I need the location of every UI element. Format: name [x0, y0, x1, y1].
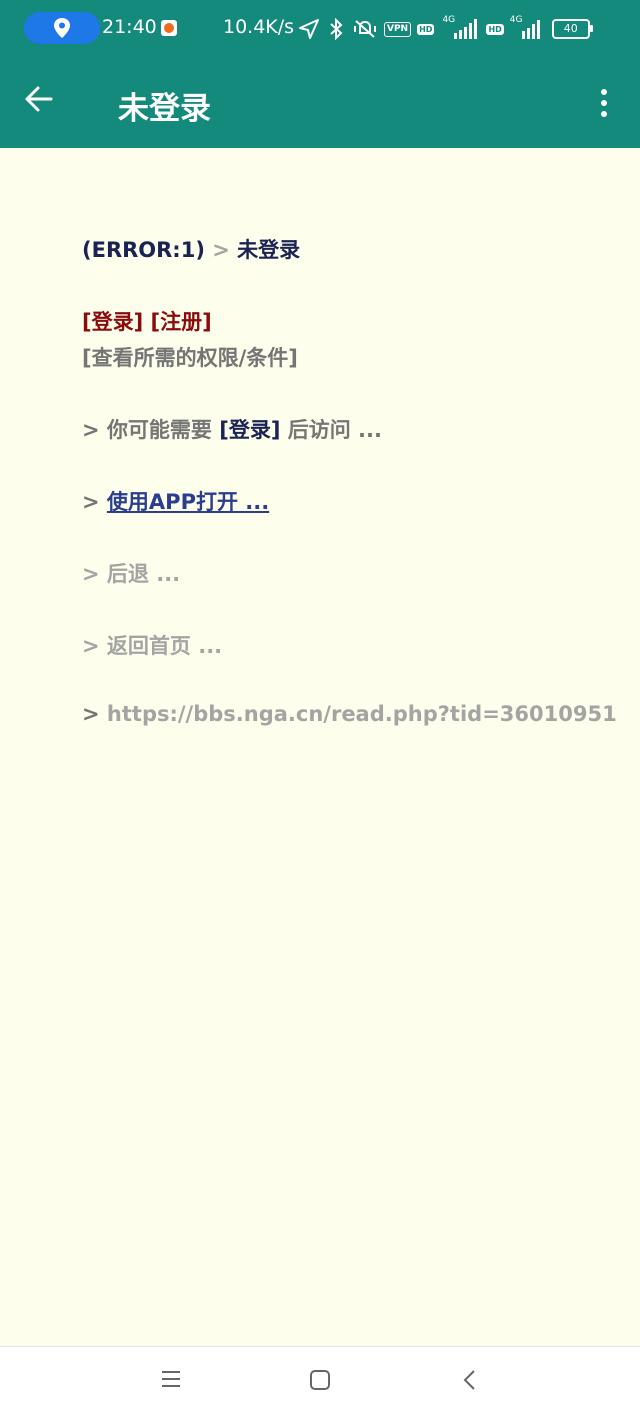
app-bar: 未登录: [0, 58, 640, 148]
location-pill[interactable]: [24, 12, 100, 44]
login-hint: > 你可能需要 [登录] 后访问 ...: [82, 414, 382, 444]
signal-icon: 4G: [440, 15, 480, 41]
status-bar: 21:40 10.4K/s VPN HD 4G HD 4G 40: [0, 0, 640, 58]
signal-icon: 4G: [510, 15, 546, 41]
back-button[interactable]: [24, 84, 68, 124]
hd-icon: HD: [486, 23, 504, 35]
url-row: > https://bbs.nga.cn/read.php?tid=360109…: [82, 702, 617, 726]
menu-icon: [162, 1371, 180, 1387]
login-hint-suffix: 后访问 ...: [287, 418, 382, 442]
separator: >: [212, 238, 230, 262]
error-title: 未登录: [237, 238, 301, 262]
login-hint-prefix: > 你可能需要: [82, 418, 212, 442]
permissions-link[interactable]: [查看所需的权限/条件]: [82, 342, 298, 372]
open-app-prefix: >: [82, 490, 100, 514]
hd-icon: HD: [417, 23, 435, 35]
bluetooth-icon: [330, 18, 343, 40]
arrow-left-icon: [25, 86, 53, 112]
url-prefix: >: [82, 702, 100, 726]
location-icon: [54, 18, 70, 38]
page-title: 未登录: [118, 91, 211, 127]
system-nav-bar: [0, 1346, 640, 1423]
status-icons: VPN HD 4G HD 4G 40: [298, 14, 593, 44]
recent-apps-button[interactable]: [151, 1369, 191, 1401]
error-code: (ERROR:1): [82, 238, 205, 262]
mute-vibrate-icon: [354, 20, 376, 38]
vpn-icon: VPN: [384, 21, 412, 37]
auth-links: [登录] [注册]: [82, 306, 212, 336]
back-chevron-icon: [463, 1370, 475, 1390]
hint-login-link[interactable]: [登录]: [219, 418, 280, 442]
navigation-arrow-icon: [299, 19, 319, 39]
status-time: 21:40: [102, 16, 157, 38]
open-in-app-link[interactable]: 使用APP打开 ...: [107, 490, 269, 514]
home-button[interactable]: [300, 1369, 340, 1401]
home-square-icon: [310, 1370, 330, 1390]
login-link[interactable]: [登录]: [82, 310, 143, 334]
network-speed: 10.4K/s: [223, 16, 295, 38]
open-app-row: > 使用APP打开 ...: [82, 486, 269, 516]
notification-icon: [161, 20, 177, 36]
battery-icon: 40: [551, 19, 593, 39]
home-link[interactable]: > 返回首页 ...: [82, 630, 222, 660]
more-options-button[interactable]: [592, 86, 616, 122]
more-vert-icon: [601, 89, 607, 95]
error-heading: (ERROR:1) > 未登录: [82, 234, 300, 264]
go-back-link[interactable]: > 后退 ...: [82, 558, 180, 588]
system-back-button[interactable]: [450, 1369, 490, 1401]
page-url-link[interactable]: https://bbs.nga.cn/read.php?tid=36010951: [107, 702, 617, 726]
register-link[interactable]: [注册]: [151, 310, 212, 334]
